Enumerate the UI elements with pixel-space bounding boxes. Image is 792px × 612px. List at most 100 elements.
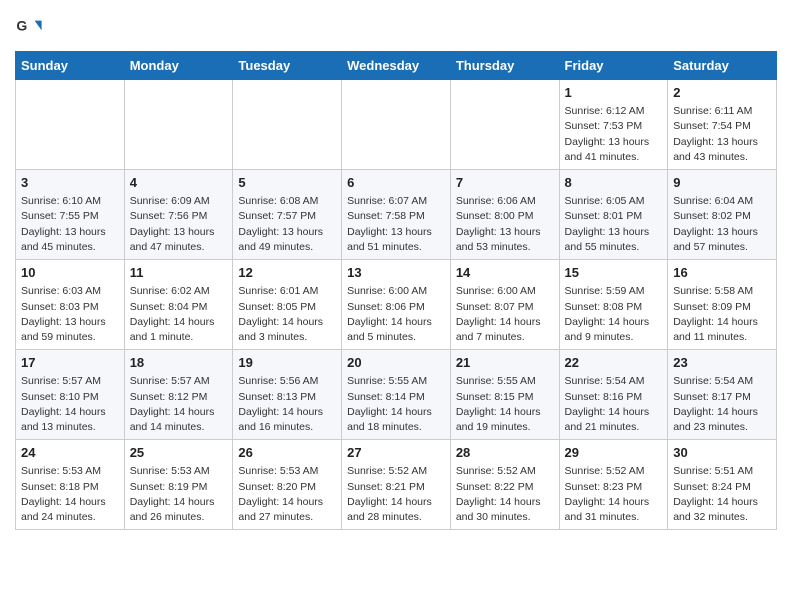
- day-info: Sunrise: 5:54 AM Sunset: 8:16 PM Dayligh…: [565, 374, 663, 435]
- day-number: 21: [456, 354, 554, 372]
- calendar-cell: 22 Sunrise: 5:54 AM Sunset: 8:16 PM Dayli…: [559, 350, 668, 440]
- weekday-header-sunday: Sunday: [16, 52, 125, 80]
- calendar-week-row: 24 Sunrise: 5:53 AM Sunset: 8:18 PM Dayli…: [16, 440, 777, 530]
- day-number: 2: [673, 84, 771, 102]
- calendar-cell: 10 Sunrise: 6:03 AM Sunset: 8:03 PM Dayli…: [16, 260, 125, 350]
- day-number: 15: [565, 264, 663, 282]
- calendar-cell: 11 Sunrise: 6:02 AM Sunset: 8:04 PM Dayli…: [124, 260, 233, 350]
- day-number: 29: [565, 444, 663, 462]
- day-info: Sunrise: 6:10 AM Sunset: 7:55 PM Dayligh…: [21, 194, 119, 255]
- day-number: 23: [673, 354, 771, 372]
- calendar-cell: 4 Sunrise: 6:09 AM Sunset: 7:56 PM Daylig…: [124, 170, 233, 260]
- calendar-week-row: 1 Sunrise: 6:12 AM Sunset: 7:53 PM Daylig…: [16, 80, 777, 170]
- day-number: 24: [21, 444, 119, 462]
- day-info: Sunrise: 6:02 AM Sunset: 8:04 PM Dayligh…: [130, 284, 228, 345]
- calendar-cell: 28 Sunrise: 5:52 AM Sunset: 8:22 PM Dayli…: [450, 440, 559, 530]
- calendar-cell: 16Sunrise: 5:58 AM Sunset: 8:09 PM Dayli…: [668, 260, 777, 350]
- day-number: 28: [456, 444, 554, 462]
- calendar-cell: 21 Sunrise: 5:55 AM Sunset: 8:15 PM Dayli…: [450, 350, 559, 440]
- calendar-cell: 1 Sunrise: 6:12 AM Sunset: 7:53 PM Daylig…: [559, 80, 668, 170]
- day-number: 8: [565, 174, 663, 192]
- calendar-cell: 17Sunrise: 5:57 AM Sunset: 8:10 PM Dayli…: [16, 350, 125, 440]
- calendar-cell: 12 Sunrise: 6:01 AM Sunset: 8:05 PM Dayli…: [233, 260, 342, 350]
- day-info: Sunrise: 6:08 AM Sunset: 7:57 PM Dayligh…: [238, 194, 336, 255]
- calendar-cell: 6Sunrise: 6:07 AM Sunset: 7:58 PM Daylig…: [342, 170, 451, 260]
- day-number: 22: [565, 354, 663, 372]
- calendar-table: SundayMondayTuesdayWednesdayThursdayFrid…: [15, 51, 777, 530]
- day-info: Sunrise: 6:03 AM Sunset: 8:03 PM Dayligh…: [21, 284, 119, 345]
- calendar-cell: 5 Sunrise: 6:08 AM Sunset: 7:57 PM Daylig…: [233, 170, 342, 260]
- day-number: 18: [130, 354, 228, 372]
- calendar-cell: 18 Sunrise: 5:57 AM Sunset: 8:12 PM Dayli…: [124, 350, 233, 440]
- day-number: 17: [21, 354, 119, 372]
- day-info: Sunrise: 5:56 AM Sunset: 8:13 PM Dayligh…: [238, 374, 336, 435]
- weekday-header-wednesday: Wednesday: [342, 52, 451, 80]
- logo: G: [15, 15, 45, 43]
- day-info: Sunrise: 6:11 AM Sunset: 7:54 PM Dayligh…: [673, 104, 771, 165]
- day-info: Sunrise: 6:01 AM Sunset: 8:05 PM Dayligh…: [238, 284, 336, 345]
- day-number: 7: [456, 174, 554, 192]
- day-info: Sunrise: 6:09 AM Sunset: 7:56 PM Dayligh…: [130, 194, 228, 255]
- day-number: 14: [456, 264, 554, 282]
- calendar-cell: 30 Sunrise: 5:51 AM Sunset: 8:24 PM Dayli…: [668, 440, 777, 530]
- day-number: 4: [130, 174, 228, 192]
- day-number: 30: [673, 444, 771, 462]
- day-info: Sunrise: 6:05 AM Sunset: 8:01 PM Dayligh…: [565, 194, 663, 255]
- day-number: 10: [21, 264, 119, 282]
- calendar-cell: 15 Sunrise: 5:59 AM Sunset: 8:08 PM Dayli…: [559, 260, 668, 350]
- page: G SundayMondayTuesdayWednesdayThursdayFr…: [0, 0, 792, 545]
- day-number: 12: [238, 264, 336, 282]
- day-number: 3: [21, 174, 119, 192]
- calendar-cell: 2 Sunrise: 6:11 AM Sunset: 7:54 PM Daylig…: [668, 80, 777, 170]
- calendar-cell: 9 Sunrise: 6:04 AM Sunset: 8:02 PM Daylig…: [668, 170, 777, 260]
- calendar-header-row: SundayMondayTuesdayWednesdayThursdayFrid…: [16, 52, 777, 80]
- day-info: Sunrise: 5:52 AM Sunset: 8:23 PM Dayligh…: [565, 464, 663, 525]
- calendar-cell: 7 Sunrise: 6:06 AM Sunset: 8:00 PM Daylig…: [450, 170, 559, 260]
- calendar-week-row: 17Sunrise: 5:57 AM Sunset: 8:10 PM Dayli…: [16, 350, 777, 440]
- day-info: Sunrise: 6:04 AM Sunset: 8:02 PM Dayligh…: [673, 194, 771, 255]
- day-number: 1: [565, 84, 663, 102]
- day-info: Sunrise: 5:55 AM Sunset: 8:14 PM Dayligh…: [347, 374, 445, 435]
- calendar-cell: 29 Sunrise: 5:52 AM Sunset: 8:23 PM Dayli…: [559, 440, 668, 530]
- calendar-cell: [450, 80, 559, 170]
- day-info: Sunrise: 6:06 AM Sunset: 8:00 PM Dayligh…: [456, 194, 554, 255]
- calendar-cell: [233, 80, 342, 170]
- calendar-cell: 26 Sunrise: 5:53 AM Sunset: 8:20 PM Dayli…: [233, 440, 342, 530]
- day-number: 20: [347, 354, 445, 372]
- day-number: 26: [238, 444, 336, 462]
- svg-text:G: G: [16, 17, 27, 33]
- calendar-cell: [16, 80, 125, 170]
- day-info: Sunrise: 5:57 AM Sunset: 8:12 PM Dayligh…: [130, 374, 228, 435]
- day-info: Sunrise: 5:58 AM Sunset: 8:09 PM Dayligh…: [673, 284, 771, 345]
- calendar-cell: 3 Sunrise: 6:10 AM Sunset: 7:55 PM Daylig…: [16, 170, 125, 260]
- calendar-cell: 25 Sunrise: 5:53 AM Sunset: 8:19 PM Dayli…: [124, 440, 233, 530]
- day-number: 27: [347, 444, 445, 462]
- day-info: Sunrise: 5:55 AM Sunset: 8:15 PM Dayligh…: [456, 374, 554, 435]
- day-number: 19: [238, 354, 336, 372]
- calendar-week-row: 3 Sunrise: 6:10 AM Sunset: 7:55 PM Daylig…: [16, 170, 777, 260]
- day-number: 9: [673, 174, 771, 192]
- calendar-cell: [124, 80, 233, 170]
- day-info: Sunrise: 5:53 AM Sunset: 8:20 PM Dayligh…: [238, 464, 336, 525]
- weekday-header-saturday: Saturday: [668, 52, 777, 80]
- calendar-cell: 24 Sunrise: 5:53 AM Sunset: 8:18 PM Dayli…: [16, 440, 125, 530]
- day-info: Sunrise: 5:53 AM Sunset: 8:18 PM Dayligh…: [21, 464, 119, 525]
- day-info: Sunrise: 6:12 AM Sunset: 7:53 PM Dayligh…: [565, 104, 663, 165]
- day-number: 5: [238, 174, 336, 192]
- day-info: Sunrise: 5:51 AM Sunset: 8:24 PM Dayligh…: [673, 464, 771, 525]
- calendar-cell: [342, 80, 451, 170]
- day-info: Sunrise: 6:00 AM Sunset: 8:07 PM Dayligh…: [456, 284, 554, 345]
- day-info: Sunrise: 5:52 AM Sunset: 8:22 PM Dayligh…: [456, 464, 554, 525]
- day-info: Sunrise: 6:07 AM Sunset: 7:58 PM Dayligh…: [347, 194, 445, 255]
- calendar-cell: 19 Sunrise: 5:56 AM Sunset: 8:13 PM Dayli…: [233, 350, 342, 440]
- calendar-week-row: 10 Sunrise: 6:03 AM Sunset: 8:03 PM Dayli…: [16, 260, 777, 350]
- day-number: 25: [130, 444, 228, 462]
- day-info: Sunrise: 5:59 AM Sunset: 8:08 PM Dayligh…: [565, 284, 663, 345]
- weekday-header-thursday: Thursday: [450, 52, 559, 80]
- day-number: 11: [130, 264, 228, 282]
- day-info: Sunrise: 6:00 AM Sunset: 8:06 PM Dayligh…: [347, 284, 445, 345]
- header: G: [15, 10, 777, 43]
- calendar-cell: 14 Sunrise: 6:00 AM Sunset: 8:07 PM Dayli…: [450, 260, 559, 350]
- day-info: Sunrise: 5:53 AM Sunset: 8:19 PM Dayligh…: [130, 464, 228, 525]
- calendar-cell: 20 Sunrise: 5:55 AM Sunset: 8:14 PM Dayli…: [342, 350, 451, 440]
